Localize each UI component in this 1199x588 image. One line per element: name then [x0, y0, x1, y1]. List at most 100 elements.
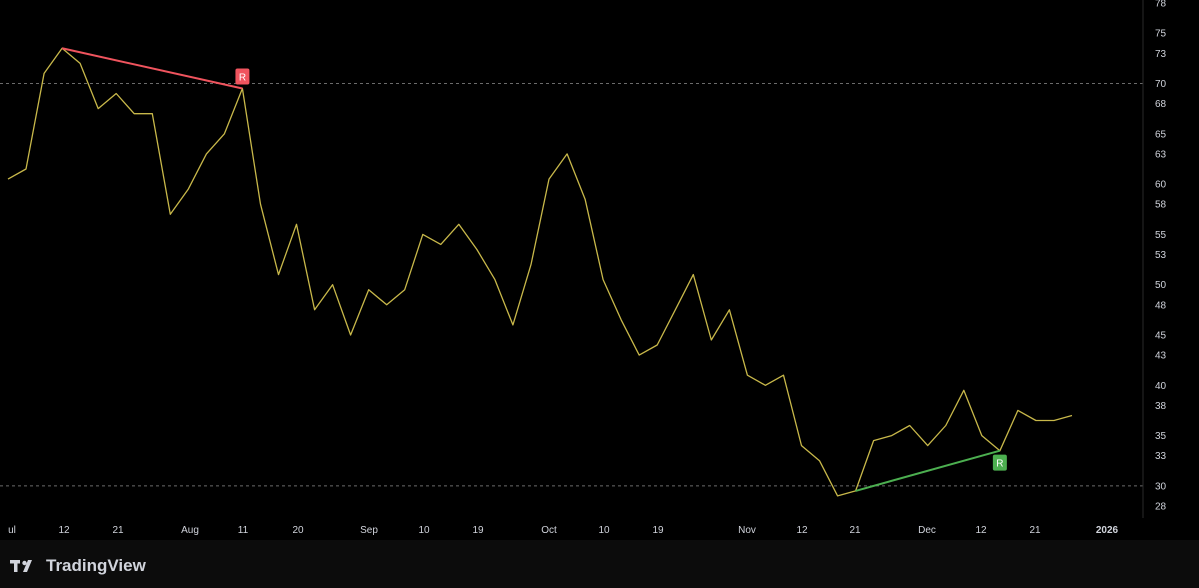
y-tick-label: 75 [1155, 29, 1167, 40]
data-point [132, 111, 137, 116]
data-point [114, 91, 119, 96]
bullish-divergence-line [855, 449, 1001, 492]
bearish-divergence-badge: R [235, 68, 250, 85]
data-point [637, 353, 642, 358]
y-tick-label: 73 [1155, 49, 1167, 60]
x-tick-label: 2026 [1096, 525, 1119, 536]
y-tick-label: 70 [1155, 79, 1167, 90]
x-tick-label: 10 [598, 525, 610, 536]
data-point [348, 332, 353, 337]
data-point [943, 423, 948, 428]
data-point [547, 177, 552, 182]
data-point [186, 187, 191, 192]
y-tick-label: 38 [1155, 401, 1167, 412]
x-tick-label: Aug [181, 525, 199, 536]
y-tick-label: 50 [1155, 280, 1167, 291]
data-point [925, 443, 930, 448]
x-tick-label: 19 [652, 525, 664, 536]
y-tick-label: 53 [1155, 250, 1167, 261]
bearish-divergence-line [61, 47, 243, 90]
y-tick-label: 33 [1155, 451, 1167, 462]
x-tick-label: ul [8, 525, 16, 536]
data-point [781, 373, 786, 378]
x-axis[interactable]: ul 12 21 Aug 11 20 Sep 10 19 Oct 10 19 Nov 12 21 Dec 12 2… [8, 525, 1118, 536]
data-point [619, 317, 624, 322]
x-tick-label: 11 [238, 525, 249, 536]
x-tick-label: 20 [292, 525, 304, 536]
data-point [709, 338, 714, 343]
x-tick-label: 10 [418, 525, 430, 536]
bullish-divergence-badge: R [992, 454, 1007, 471]
y-tick-label: 45 [1155, 330, 1167, 341]
data-point [763, 383, 768, 388]
y-tick-label: 58 [1155, 200, 1167, 211]
data-point [402, 287, 407, 292]
data-point [889, 433, 894, 438]
data-point [655, 343, 660, 348]
x-tick-label: 12 [796, 525, 808, 536]
data-point [1070, 413, 1075, 418]
y-tick-label: 60 [1155, 180, 1167, 191]
data-point [817, 458, 822, 463]
data-point [168, 212, 173, 217]
x-tick-label: 21 [112, 525, 124, 536]
data-point [1015, 408, 1020, 413]
series-layer [7, 47, 1075, 498]
y-tick-label: 30 [1155, 481, 1167, 492]
data-point [330, 282, 335, 287]
data-point [150, 111, 155, 116]
y-tick-label: 65 [1155, 129, 1167, 140]
data-point [366, 287, 371, 292]
data-point [492, 277, 497, 282]
x-tick-label: 21 [1029, 525, 1041, 536]
data-point [78, 61, 83, 66]
chart-area[interactable]: RR 78 75 73 70 68 65 63 60 58 55 53 50 48 45 43 40 38 35 3… [0, 0, 1199, 540]
data-point [258, 202, 263, 207]
data-point [565, 151, 570, 156]
data-point [961, 388, 966, 393]
y-tick-label: 48 [1155, 300, 1167, 311]
y-tick-label: 28 [1155, 502, 1167, 513]
x-tick-label: 21 [849, 525, 861, 536]
data-point [691, 272, 696, 277]
data-point [312, 307, 317, 312]
data-point [96, 106, 101, 111]
x-tick-label: Oct [541, 525, 557, 536]
data-point [871, 438, 876, 443]
data-point [601, 277, 606, 282]
badge-label: R [996, 459, 1003, 470]
y-tick-label: 78 [1155, 0, 1167, 10]
data-point [907, 423, 912, 428]
x-tick-label: 12 [58, 525, 70, 536]
data-point [438, 242, 443, 247]
data-point [474, 247, 479, 252]
data-point [204, 151, 209, 156]
chart-svg: RR 7875737068656360585553504845434038353… [0, 0, 1167, 536]
footer-bar [0, 540, 1199, 588]
badge-label: R [239, 73, 246, 84]
x-tick-label: Nov [738, 525, 756, 536]
y-tick-label: 35 [1155, 431, 1167, 442]
x-tick-label: 19 [472, 525, 484, 536]
level-lines [0, 82, 1143, 487]
x-tick-label: 12 [975, 525, 987, 536]
data-point [456, 222, 461, 227]
data-point [583, 197, 588, 202]
data-point [835, 493, 840, 498]
data-point [42, 71, 47, 76]
data-point [1051, 418, 1056, 423]
data-point [276, 272, 281, 277]
data-point [294, 222, 299, 227]
data-point [1033, 418, 1038, 423]
data-point [673, 307, 678, 312]
data-point [979, 433, 984, 438]
data-point [745, 373, 750, 378]
y-axis[interactable]: 78 75 73 70 68 65 63 60 58 55 53 50 48 45 43 40 38 35 33 30… [1142, 0, 1167, 518]
data-point [528, 262, 533, 267]
brand[interactable]: TradingView [10, 556, 146, 576]
data-point [222, 131, 227, 136]
x-tick-label: Sep [360, 525, 378, 536]
data-point [727, 307, 732, 312]
tradingview-logo-icon [10, 560, 32, 572]
y-tick-label: 63 [1155, 149, 1167, 160]
